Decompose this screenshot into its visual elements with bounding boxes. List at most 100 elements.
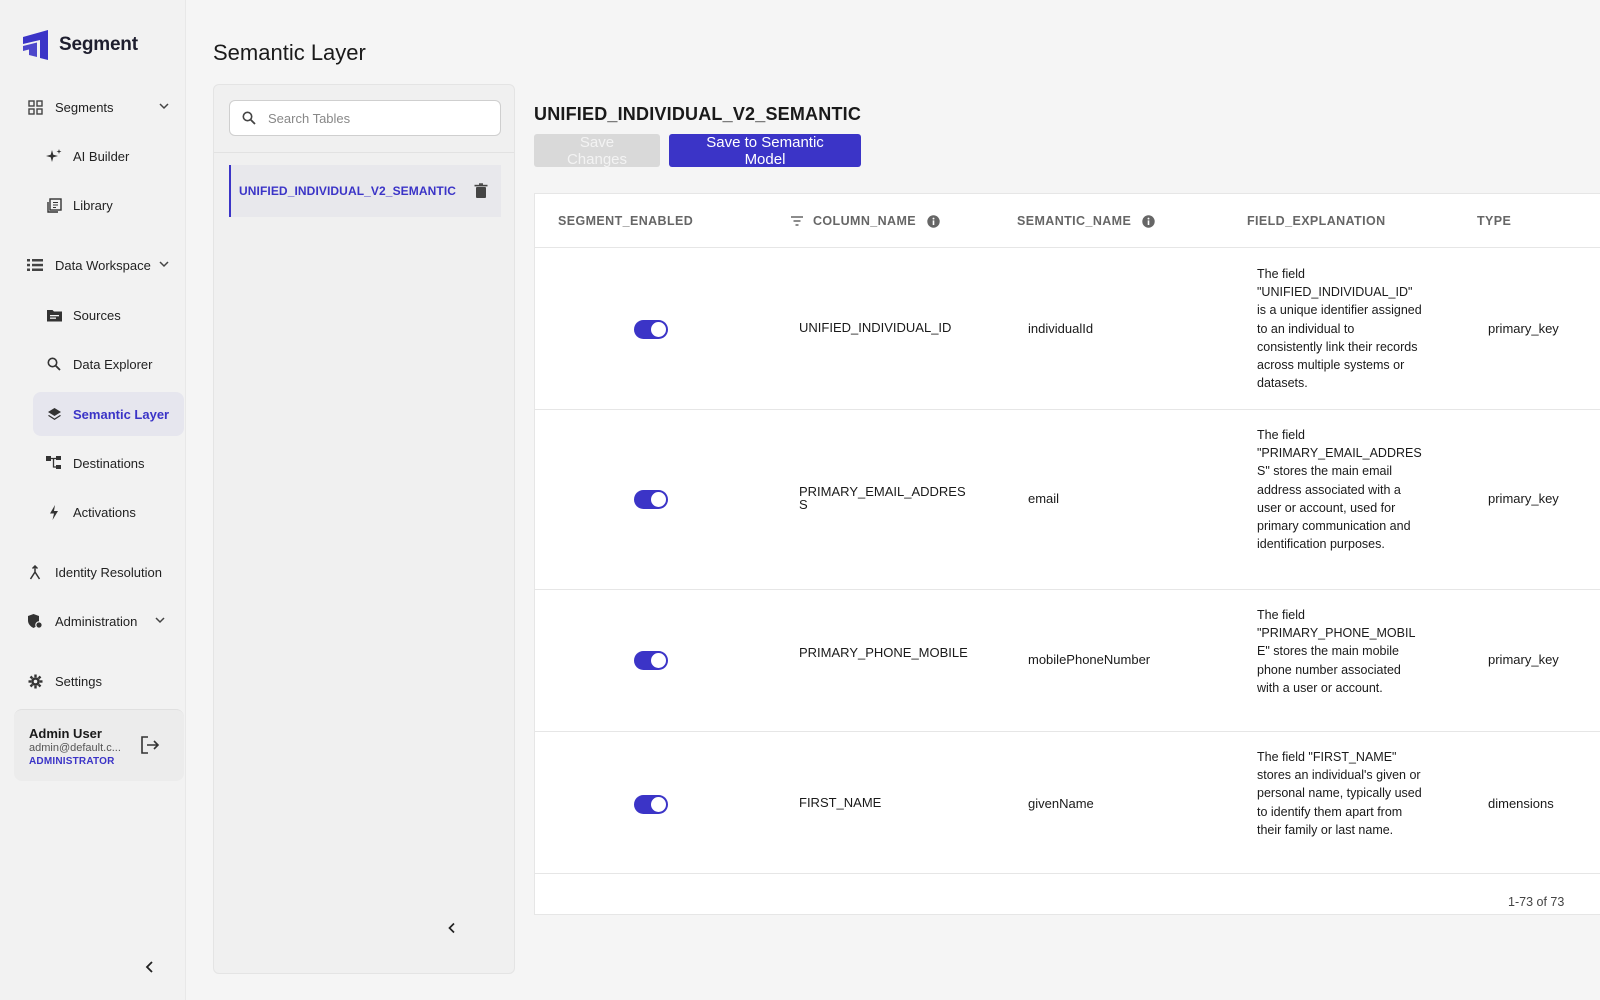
user-role-badge: ADMINISTRATOR [29,756,115,767]
sidebar-item-library[interactable]: Library [33,183,184,227]
user-card: Admin User admin@default.c... ADMINISTRA… [14,709,184,781]
sidebar-item-destinations[interactable]: Destinations [33,441,184,485]
trash-icon[interactable] [474,183,488,199]
sidebar-item-activations[interactable]: Activations [33,490,184,534]
segment-enabled-toggle[interactable] [634,651,668,670]
sidebar-item-label: Sources [73,307,121,323]
merge-icon [26,563,44,581]
shield-icon [26,612,44,630]
type-cell[interactable]: dimensions [1488,796,1554,811]
logout-icon[interactable] [139,734,161,756]
info-icon[interactable] [1142,214,1155,228]
save-to-semantic-model-button[interactable]: Save to Semantic Model [669,134,861,168]
semantic-name-cell[interactable]: email [1028,491,1059,506]
save-changes-button[interactable]: Save Changes [534,134,660,168]
type-cell[interactable]: primary_key [1488,652,1559,667]
sidebar: Segment Segments AI Builder Library Data… [0,0,186,1000]
gear-icon [26,672,44,690]
header-label: SEGMENT_ENABLED [558,214,694,228]
header-segment-enabled[interactable]: SEGMENT_ENABLED [558,214,693,228]
header-label: COLUMN_NAME [813,214,917,228]
search-tables-box[interactable] [229,100,501,136]
pagination-label: 1-73 of 73 [1508,895,1565,909]
layers-icon [45,405,63,423]
sidebar-item-label: Data Workspace [55,257,151,273]
table-row: UNIFIED_INDIVIDUAL_ID individualId The f… [535,249,1600,410]
sidebar-item-data-workspace[interactable]: Data Workspace [14,243,184,287]
sidebar-item-label: Data Explorer [73,356,153,372]
user-name: Admin User [29,726,102,741]
library-icon [45,196,63,214]
divider [214,152,514,153]
sidebar-item-label: Activations [73,504,136,520]
sidebar-item-label: Library [73,197,113,213]
table-header: SEGMENT_ENABLED COLUMN_NAME SEMANTIC_NAM… [535,194,1600,248]
search-icon [45,355,63,373]
type-cell[interactable]: primary_key [1488,321,1559,336]
sidebar-item-label: Destinations [73,455,145,471]
filter-icon[interactable] [790,215,804,227]
collapse-panel-icon[interactable] [444,920,460,936]
header-semantic-name[interactable]: SEMANTIC_NAME [1017,214,1155,228]
chevron-down-icon[interactable] [158,100,170,112]
list-icon [26,256,44,274]
sidebar-item-semantic-layer[interactable]: Semantic Layer [33,392,184,436]
sidebar-item-identity-resolution[interactable]: Identity Resolution [14,550,184,594]
app-logo[interactable]: Segment [20,28,138,62]
table-list-item[interactable]: UNIFIED_INDIVIDUAL_V2_SEMANTIC [229,165,501,217]
semantic-name-cell[interactable]: individualId [1028,321,1093,336]
columns-table: SEGMENT_ENABLED COLUMN_NAME SEMANTIC_NAM… [534,193,1600,915]
sidebar-item-sources[interactable]: Sources [33,293,184,337]
search-tables-input[interactable] [268,110,488,126]
field-explanation-cell[interactable]: The field "PRIMARY_EMAIL_ADDRESS" stores… [1257,426,1422,553]
header-field-explanation[interactable]: FIELD_EXPLANATION [1247,214,1386,228]
column-name-cell: PRIMARY_EMAIL_ADDRESS [799,484,966,512]
collapse-sidebar-icon[interactable] [141,958,159,976]
sidebar-item-segments[interactable]: Segments [14,85,184,129]
column-name-cell: UNIFIED_INDIVIDUAL_ID [799,320,952,335]
sidebar-item-label: Administration [55,613,138,629]
table-row: FIRST_NAME givenName The field "FIRST_NA… [535,732,1600,874]
table-row: PRIMARY_PHONE_MOBILE mobilePhoneNumber T… [535,590,1600,732]
page-title: Semantic Layer [213,40,366,65]
sidebar-item-settings[interactable]: Settings [14,659,184,703]
field-explanation-cell[interactable]: The field "PRIMARY_PHONE_MOBILE" stores … [1257,606,1422,697]
user-email: admin@default.c... [29,742,121,754]
table-row: PRIMARY_EMAIL_ADDRESS email The field "P… [535,410,1600,590]
info-icon[interactable] [927,214,940,228]
sidebar-item-ai-builder[interactable]: AI Builder [33,134,184,178]
header-label: FIELD_EXPLANATION [1247,214,1386,228]
tables-panel: UNIFIED_INDIVIDUAL_V2_SEMANTIC [213,84,515,974]
chevron-down-icon[interactable] [158,258,170,270]
type-cell[interactable]: primary_key [1488,491,1559,506]
sidebar-item-label: Identity Resolution [55,564,162,580]
table-title: UNIFIED_INDIVIDUAL_V2_SEMANTIC [534,104,862,124]
header-label: TYPE [1477,214,1512,228]
sidebar-item-label: Settings [55,673,102,689]
chevron-down-icon[interactable] [154,614,166,626]
folder-icon [45,306,63,324]
sparkle-icon [45,147,63,165]
column-name-cell: FIRST_NAME [799,795,882,810]
sidebar-item-data-explorer[interactable]: Data Explorer [33,342,184,386]
segment-logo-icon [23,30,48,60]
sidebar-item-label: AI Builder [73,148,130,164]
field-explanation-cell[interactable]: The field "FIRST_NAME" stores an individ… [1257,748,1422,839]
sidebar-item-label: Segments [55,99,114,115]
segment-enabled-toggle[interactable] [634,320,668,339]
semantic-name-cell[interactable]: mobilePhoneNumber [1028,652,1150,667]
field-explanation-cell[interactable]: The field "UNIFIED_INDIVIDUAL_ID" is a u… [1257,265,1422,392]
header-type[interactable]: TYPE [1477,214,1511,228]
sidebar-item-administration[interactable]: Administration [14,599,184,643]
table-item-label: UNIFIED_INDIVIDUAL_V2_SEMANTIC [239,184,457,198]
semantic-name-cell[interactable]: givenName [1028,796,1094,811]
column-name-cell: PRIMARY_PHONE_MOBILE [799,645,968,660]
lightning-icon [45,503,63,521]
header-column-name[interactable]: COLUMN_NAME [790,214,940,228]
app-name: Segment [59,34,138,55]
search-icon [242,111,256,125]
header-label: SEMANTIC_NAME [1017,214,1132,228]
segment-enabled-toggle[interactable] [634,795,668,814]
segment-enabled-toggle[interactable] [634,490,668,509]
grid-icon [26,98,44,116]
